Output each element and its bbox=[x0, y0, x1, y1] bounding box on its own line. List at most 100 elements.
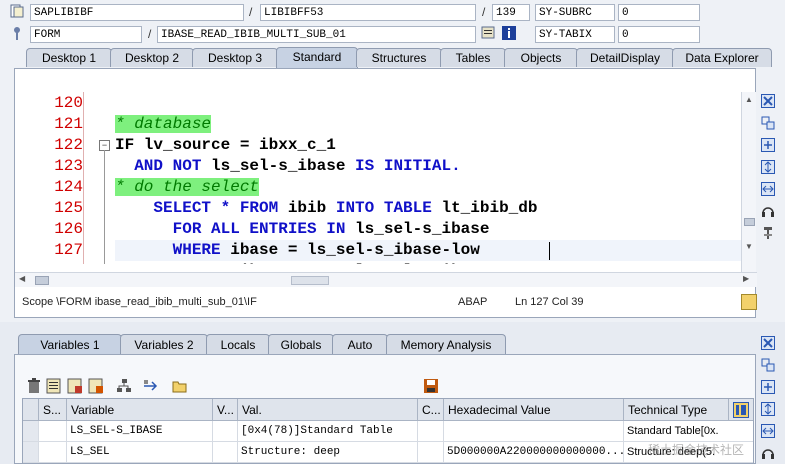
code-token: lt_ibib_db bbox=[441, 199, 538, 217]
code-line[interactable]: WHERE ibase = ls_sel-s_ibase-low bbox=[115, 241, 480, 259]
code-line[interactable]: SELECT * FROM ibib INTO TABLE lt_ibib_db bbox=[115, 199, 537, 217]
cursor-position-label: Ln 127 Col 39 bbox=[515, 296, 584, 308]
column-header-c[interactable]: C... bbox=[418, 399, 444, 421]
tab-structures[interactable]: Structures bbox=[356, 48, 442, 67]
source-code-editor[interactable]: 120121122123124125126127128 − * database… bbox=[15, 92, 743, 264]
tab-globals[interactable]: Globals bbox=[268, 334, 334, 354]
value-cell[interactable]: [0x4(78)]Standard Table bbox=[238, 421, 418, 442]
line-number[interactable]: 122 bbox=[15, 136, 83, 154]
line-number[interactable]: 123 bbox=[15, 157, 83, 175]
tab-data-explorer[interactable]: Data Explorer bbox=[672, 48, 772, 67]
scroll-thumb[interactable] bbox=[744, 218, 755, 226]
close-icon[interactable] bbox=[759, 92, 777, 110]
expand-vertical-icon[interactable] bbox=[759, 400, 777, 418]
scroll-down-icon[interactable]: ▼ bbox=[745, 242, 753, 251]
column-header-variable[interactable]: Variable bbox=[67, 399, 213, 421]
headset-icon[interactable] bbox=[759, 444, 777, 462]
folder-icon[interactable] bbox=[172, 378, 188, 394]
tab-detail-display[interactable]: DetailDisplay bbox=[576, 48, 674, 67]
line-number[interactable]: 126 bbox=[15, 220, 83, 238]
code-token: ibase = ls_sel-s_ibase-low bbox=[230, 241, 480, 259]
line-number[interactable]: 128 bbox=[15, 262, 83, 264]
sysvar1-value-field[interactable]: 0 bbox=[618, 4, 700, 21]
expand-horizontal-icon[interactable] bbox=[759, 180, 777, 198]
scroll-right-icon[interactable]: ▶ bbox=[743, 274, 749, 283]
grid-header-cell[interactable] bbox=[23, 399, 39, 421]
tab-desktop-1[interactable]: Desktop 1 bbox=[26, 48, 112, 67]
notes-icon[interactable] bbox=[741, 294, 757, 310]
line-number[interactable]: 127 bbox=[15, 241, 83, 259]
column-header-v[interactable]: V... bbox=[213, 399, 238, 421]
form-icon bbox=[9, 25, 25, 41]
maximize-icon[interactable] bbox=[759, 136, 777, 154]
variable-name-cell[interactable]: LS_SEL bbox=[67, 442, 213, 463]
column-header-technical-type[interactable]: Technical Type bbox=[624, 399, 729, 421]
scroll-up-icon[interactable]: ▲ bbox=[745, 95, 753, 104]
tab-desktop-3[interactable]: Desktop 3 bbox=[192, 48, 278, 67]
line-number[interactable]: 121 bbox=[15, 115, 83, 133]
close-icon[interactable] bbox=[759, 334, 777, 352]
hierarchy-icon[interactable] bbox=[116, 378, 132, 394]
navigate-icon[interactable] bbox=[143, 378, 159, 394]
editor-horizontal-scrollbar[interactable]: ◀ ▶ bbox=[15, 272, 757, 287]
save-icon[interactable] bbox=[423, 378, 439, 394]
code-line[interactable]: FOR ALL ENTRIES IN ls_sel-s_ibase bbox=[115, 220, 490, 238]
list-icon[interactable] bbox=[46, 378, 62, 394]
table-save-icon[interactable] bbox=[88, 378, 104, 394]
swap-windows-icon[interactable] bbox=[759, 356, 777, 374]
info-icon[interactable] bbox=[501, 25, 517, 41]
line-number[interactable]: 125 bbox=[15, 199, 83, 217]
source-icon[interactable] bbox=[481, 25, 497, 41]
sysvar1-name-field: SY-SUBRC bbox=[535, 4, 615, 21]
code-line[interactable]: AND ibtyp IN ls_sel-s_ibtyp bbox=[115, 262, 490, 264]
code-keyword: WHERE bbox=[115, 241, 231, 259]
tool-icon[interactable] bbox=[759, 224, 777, 242]
code-line[interactable]: IF lv_source = ibxx_c_1 bbox=[115, 136, 336, 154]
block-type-field: FORM bbox=[30, 26, 142, 43]
maximize-icon[interactable] bbox=[759, 378, 777, 396]
sysvar2-value-field[interactable]: 0 bbox=[618, 26, 700, 43]
expand-vertical-icon[interactable] bbox=[759, 158, 777, 176]
column-header-value[interactable]: Val. bbox=[238, 399, 418, 421]
code-keyword: INTO TABLE bbox=[335, 199, 442, 217]
swap-windows-icon[interactable] bbox=[759, 114, 777, 132]
column-header-hex-value[interactable]: Hexadecimal Value bbox=[444, 399, 624, 421]
program-field: SAPLIBIBF bbox=[30, 4, 244, 21]
tab-auto[interactable]: Auto bbox=[332, 334, 388, 354]
separator: / bbox=[148, 27, 152, 41]
code-line[interactable]: * do the select bbox=[115, 178, 260, 196]
tab-variables-2[interactable]: Variables 2 bbox=[120, 334, 208, 354]
tab-tables[interactable]: Tables bbox=[440, 48, 506, 67]
editor-vertical-scrollbar[interactable]: ▲ ▼ bbox=[741, 92, 756, 272]
debugger-header-row-2: FORM / IBASE_READ_IBIB_MULTI_SUB_01 SY-T… bbox=[0, 24, 785, 46]
code-keyword: IS INITIAL. bbox=[355, 157, 461, 175]
headset-icon[interactable] bbox=[759, 202, 777, 220]
code-line[interactable]: AND NOT ls_sel-s_ibase IS INITIAL. bbox=[115, 157, 461, 175]
technical-type-cell: Standard Table[0x. bbox=[624, 421, 753, 442]
line-number[interactable]: 124 bbox=[15, 178, 83, 196]
tab-locals[interactable]: Locals bbox=[206, 334, 270, 354]
column-settings-icon[interactable] bbox=[729, 399, 753, 421]
code-keyword: FOR ALL ENTRIES IN bbox=[115, 220, 356, 238]
code-token: ibtyp bbox=[240, 262, 326, 264]
tab-standard[interactable]: Standard bbox=[276, 47, 358, 68]
code-line[interactable]: * database bbox=[115, 115, 212, 133]
expand-horizontal-icon[interactable] bbox=[759, 422, 777, 440]
desktop-tab-strip: Desktop 1 Desktop 2 Desktop 3 Standard S… bbox=[0, 47, 785, 68]
table-load-icon[interactable] bbox=[67, 378, 83, 394]
tab-variables-1[interactable]: Variables 1 bbox=[18, 334, 122, 354]
tab-memory-analysis[interactable]: Memory Analysis bbox=[386, 334, 506, 354]
tab-objects[interactable]: Objects bbox=[504, 48, 578, 67]
delete-icon[interactable] bbox=[26, 378, 42, 394]
row-selector[interactable] bbox=[23, 442, 39, 463]
scroll-left-icon[interactable]: ◀ bbox=[19, 274, 25, 283]
variable-name-cell[interactable]: LS_SEL-S_IBASE bbox=[67, 421, 213, 442]
tab-desktop-2[interactable]: Desktop 2 bbox=[110, 48, 194, 67]
hscroll-thumb[interactable] bbox=[35, 276, 49, 285]
code-keyword: AND NOT bbox=[115, 157, 212, 175]
row-selector[interactable] bbox=[23, 421, 39, 442]
column-header-s[interactable]: S... bbox=[39, 399, 67, 421]
line-number[interactable]: 120 bbox=[15, 94, 83, 112]
value-cell[interactable]: Structure: deep bbox=[238, 442, 418, 463]
variables-grid[interactable]: S... Variable V... Val. C... Hexadecimal… bbox=[22, 398, 754, 464]
